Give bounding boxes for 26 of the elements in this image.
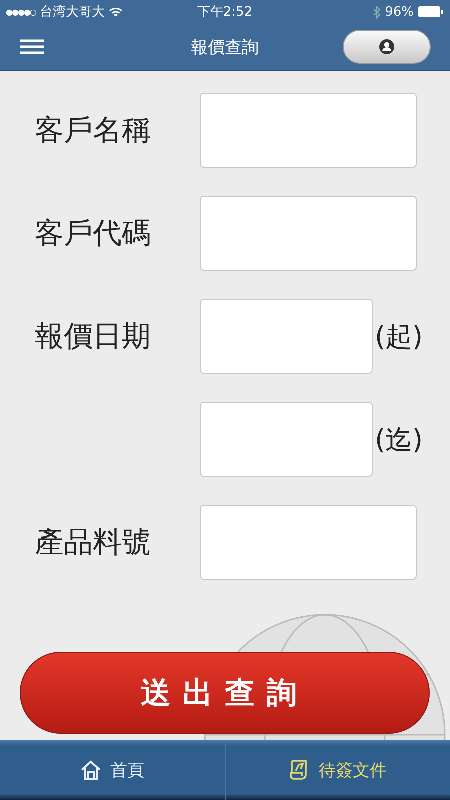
field-label: 產品料號: [35, 524, 152, 560]
field-label: 客戶名稱: [35, 112, 152, 148]
page-title: 報價查詢: [191, 36, 259, 58]
battery-icon: [418, 6, 444, 18]
input-field[interactable]: [200, 505, 417, 580]
signal-indicator: ●●●●○: [6, 8, 36, 16]
clock: 下午2:52: [197, 4, 253, 21]
field-label: 客戶代碼: [35, 214, 152, 252]
date-range-label: (起): [375, 320, 424, 354]
account-button[interactable]: [343, 30, 431, 64]
input-field[interactable]: [200, 93, 417, 168]
field-label: 報價日期: [35, 318, 152, 354]
battery-percent: 96%: [385, 4, 414, 20]
tab[interactable]: 待簽文件: [224, 740, 450, 800]
date-field[interactable]: [200, 402, 373, 477]
wifi-icon: [108, 6, 123, 18]
input-field[interactable]: [200, 196, 417, 271]
submit-button[interactable]: 送出查詢: [20, 652, 430, 734]
user-icon: [379, 39, 395, 55]
home-icon: [80, 760, 102, 780]
tab[interactable]: 首頁: [0, 740, 224, 800]
menu-icon[interactable]: [20, 39, 44, 55]
date-range-label: (迄): [375, 424, 424, 458]
date-field[interactable]: [200, 299, 373, 374]
bluetooth-icon: [373, 6, 382, 18]
carrier-name: 台湾大哥大: [40, 4, 105, 21]
